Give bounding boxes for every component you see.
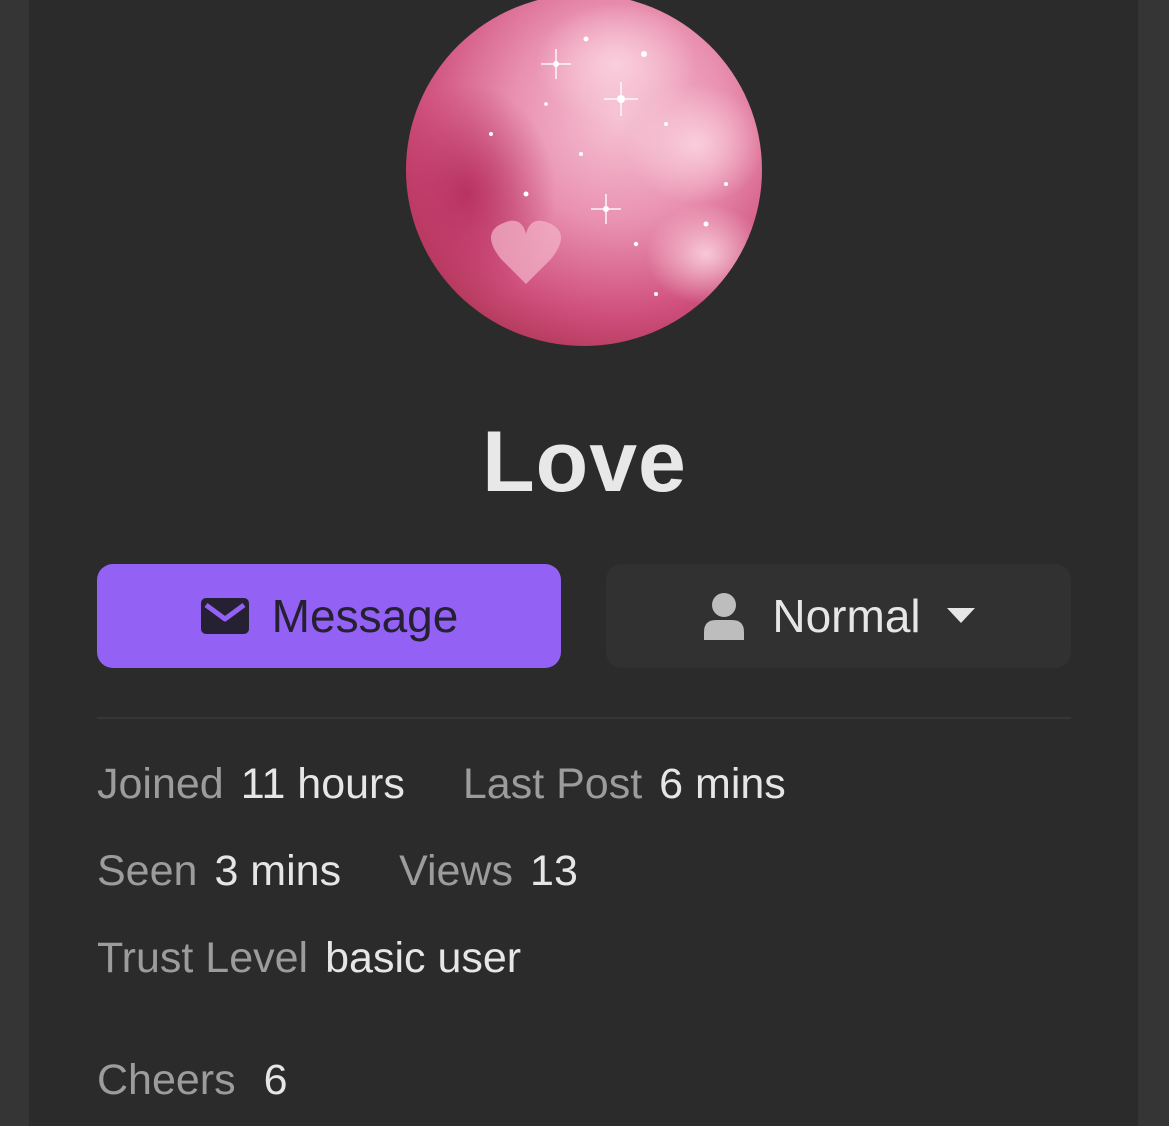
caret-down-icon bbox=[946, 608, 975, 624]
user-icon bbox=[702, 592, 746, 640]
stat-trust-level-value: basic user bbox=[325, 934, 522, 982]
notification-level-label: Normal bbox=[772, 590, 921, 642]
stat-joined: Joined 11 hours bbox=[97, 760, 405, 809]
avatar-image bbox=[406, 0, 762, 346]
stat-cheers: Cheers 6 bbox=[97, 1056, 288, 1105]
message-button[interactable]: Message bbox=[97, 564, 561, 668]
stat-views: Views 13 bbox=[399, 847, 578, 896]
stats-row-trust: Trust Level basic user bbox=[97, 934, 579, 983]
user-avatar[interactable] bbox=[406, 0, 762, 346]
notification-level-dropdown[interactable]: Normal bbox=[606, 564, 1071, 668]
username-heading: Love bbox=[482, 414, 687, 510]
stat-joined-value: 11 hours bbox=[240, 760, 405, 808]
stat-trust-level: Trust Level basic user bbox=[97, 934, 521, 983]
stat-trust-level-label: Trust Level bbox=[97, 934, 309, 982]
stat-cheers-label: Cheers bbox=[97, 1056, 236, 1104]
stat-last-post-value[interactable]: 6 mins bbox=[659, 760, 786, 809]
stat-views-value: 13 bbox=[530, 847, 578, 895]
stat-views-label: Views bbox=[399, 847, 514, 895]
stat-cheers-value: 6 bbox=[263, 1056, 288, 1104]
stat-last-post: Last Post 6 mins bbox=[463, 760, 786, 809]
envelope-icon bbox=[200, 597, 250, 635]
stat-last-post-label: Last Post bbox=[462, 760, 643, 808]
stat-seen: Seen 3 mins bbox=[97, 847, 341, 896]
stats-row-activity: Joined 11 hours Last Post 6 mins bbox=[97, 760, 844, 809]
message-button-label: Message bbox=[271, 590, 459, 642]
stat-seen-value: 3 mins bbox=[214, 847, 342, 895]
stats-row-cheers: Cheers 6 bbox=[97, 1056, 346, 1105]
stat-seen-label: Seen bbox=[97, 847, 198, 895]
stat-joined-label: Joined bbox=[97, 760, 224, 808]
divider bbox=[97, 717, 1071, 719]
stats-row-seen: Seen 3 mins Views 13 bbox=[97, 847, 636, 896]
